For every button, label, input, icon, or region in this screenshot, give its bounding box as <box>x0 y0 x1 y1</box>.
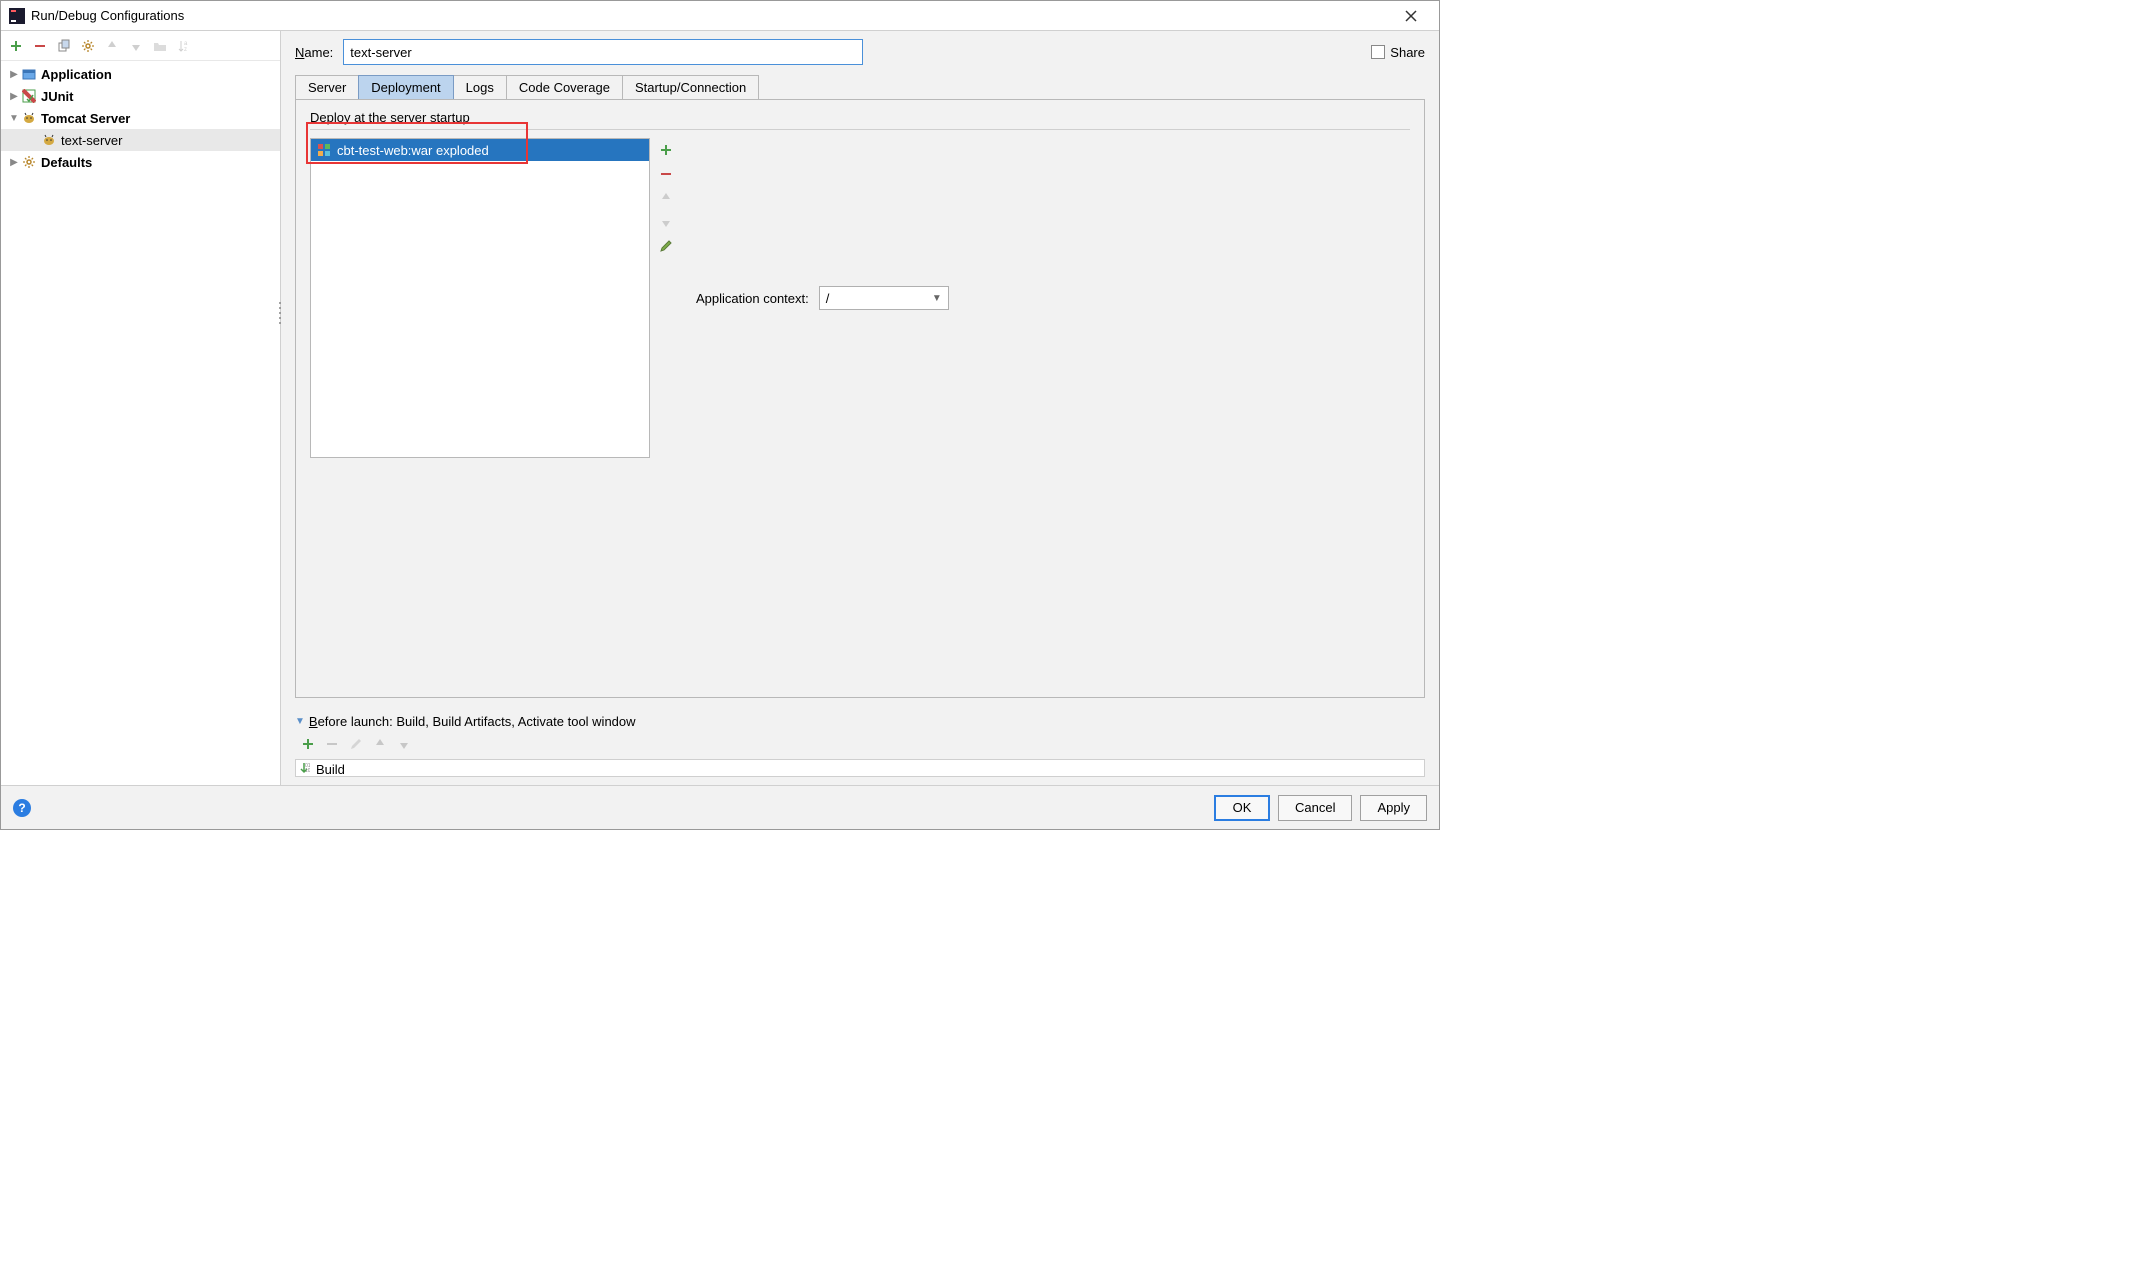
bl-edit-icon <box>347 735 365 753</box>
tree-label: Tomcat Server <box>41 111 130 126</box>
context-area: Application context: / ▼ <box>696 138 949 458</box>
name-label: Name: <box>295 45 333 60</box>
tree-node-defaults[interactable]: ▶ Defaults <box>1 151 280 173</box>
bl-item[interactable]: 0110 Build <box>298 762 1422 777</box>
run-debug-config-window: Run/Debug Configurations az ▶ App <box>0 0 1440 830</box>
chevron-right-icon: ▶ <box>7 69 21 80</box>
share-label: Share <box>1390 45 1425 60</box>
settings-icon[interactable] <box>79 37 97 55</box>
move-up-icon <box>103 37 121 55</box>
bl-remove-icon <box>323 735 341 753</box>
tab-startup-connection[interactable]: Startup/Connection <box>622 75 759 99</box>
add-artifact-icon[interactable] <box>656 140 676 160</box>
bl-down-icon <box>395 735 413 753</box>
tab-server[interactable]: Server <box>295 75 359 99</box>
intellij-icon <box>9 8 25 24</box>
chevron-down-icon: ▼ <box>7 113 21 124</box>
share-checkbox[interactable]: Share <box>1371 45 1425 60</box>
titlebar: Run/Debug Configurations <box>1 1 1439 31</box>
context-select[interactable]: / ▼ <box>819 286 949 310</box>
bl-add-icon[interactable] <box>299 735 317 753</box>
svg-text:10: 10 <box>305 768 310 774</box>
bottom-bar: ? OK Cancel Apply <box>1 785 1439 829</box>
tree-label: Application <box>41 67 112 82</box>
bl-item-label: Build <box>316 762 345 777</box>
sort-icon: az <box>175 37 193 55</box>
tree-node-junit[interactable]: ▶ JUnit <box>1 85 280 107</box>
cancel-button[interactable]: Cancel <box>1278 795 1352 821</box>
deploy-area: cbt-test-web:war exploded <box>310 138 1410 458</box>
right-panel: Name: Share Server Deployment Logs Code … <box>281 31 1439 785</box>
chevron-down-icon: ▼ <box>932 293 942 304</box>
tree-node-text-server[interactable]: text-server <box>1 129 280 151</box>
tomcat-icon <box>21 110 37 126</box>
add-icon[interactable] <box>7 37 25 55</box>
name-input[interactable] <box>343 39 863 65</box>
tree-label: Defaults <box>41 155 92 170</box>
build-icon: 0110 <box>298 762 310 777</box>
folder-icon <box>151 37 169 55</box>
button-group: OK Cancel Apply <box>1214 795 1427 821</box>
before-launch-label: Before launch: Build, Build Artifacts, A… <box>309 714 636 729</box>
config-tree: ▶ Application ▶ JUnit ▼ Tomcat Server te… <box>1 61 280 785</box>
tab-logs[interactable]: Logs <box>453 75 507 99</box>
ok-button[interactable]: OK <box>1214 795 1270 821</box>
tree-label: JUnit <box>41 89 74 104</box>
edit-artifact-icon[interactable] <box>656 236 676 256</box>
before-launch-list[interactable]: 0110 Build <box>295 759 1425 777</box>
deployment-tab-content: Deploy at the server startup cbt-test-we… <box>295 100 1425 698</box>
tree-node-application[interactable]: ▶ Application <box>1 63 280 85</box>
before-launch-header[interactable]: ▼ Before launch: Build, Build Artifacts,… <box>295 714 1425 729</box>
bl-up-icon <box>371 735 389 753</box>
tab-code-coverage[interactable]: Code Coverage <box>506 75 623 99</box>
chevron-right-icon: ▶ <box>7 157 21 168</box>
artifact-list-wrap: cbt-test-web:war exploded <box>310 138 676 458</box>
tree-label: text-server <box>61 133 122 148</box>
defaults-icon <box>21 154 37 170</box>
main-content: az ▶ Application ▶ JUnit ▼ Tomcat Server <box>1 31 1439 785</box>
tomcat-icon <box>41 132 57 148</box>
splitter-handle[interactable] <box>277 301 283 325</box>
tabs: Server Deployment Logs Code Coverage Sta… <box>295 75 1425 100</box>
deploy-section-header: Deploy at the server startup <box>310 110 1410 130</box>
svg-text:z: z <box>184 47 187 53</box>
window-title: Run/Debug Configurations <box>31 8 1391 23</box>
close-icon[interactable] <box>1391 2 1431 30</box>
remove-icon[interactable] <box>31 37 49 55</box>
context-label: Application context: <box>696 291 809 306</box>
artifact-label: cbt-test-web:war exploded <box>337 143 489 158</box>
left-panel: az ▶ Application ▶ JUnit ▼ Tomcat Server <box>1 31 281 785</box>
context-value: / <box>826 291 830 306</box>
chevron-right-icon: ▶ <box>7 91 21 102</box>
tab-deployment[interactable]: Deployment <box>358 75 453 99</box>
move-down-icon <box>127 37 145 55</box>
junit-icon <box>21 88 37 104</box>
remove-artifact-icon[interactable] <box>656 164 676 184</box>
config-toolbar: az <box>1 31 280 61</box>
name-row: Name: Share <box>295 39 1425 65</box>
apply-button[interactable]: Apply <box>1360 795 1427 821</box>
artifact-buttons <box>656 138 676 458</box>
artifact-item[interactable]: cbt-test-web:war exploded <box>311 139 649 161</box>
collapse-triangle-icon: ▼ <box>295 716 305 727</box>
help-icon[interactable]: ? <box>13 799 31 817</box>
before-launch-section: ▼ Before launch: Build, Build Artifacts,… <box>295 714 1425 777</box>
artifact-down-icon <box>656 212 676 232</box>
copy-icon[interactable] <box>55 37 73 55</box>
artifact-list[interactable]: cbt-test-web:war exploded <box>310 138 650 458</box>
checkbox-icon <box>1371 45 1385 59</box>
tree-node-tomcat[interactable]: ▼ Tomcat Server <box>1 107 280 129</box>
application-icon <box>21 66 37 82</box>
artifact-icon <box>317 143 331 157</box>
before-launch-toolbar <box>295 729 1425 759</box>
artifact-up-icon <box>656 188 676 208</box>
